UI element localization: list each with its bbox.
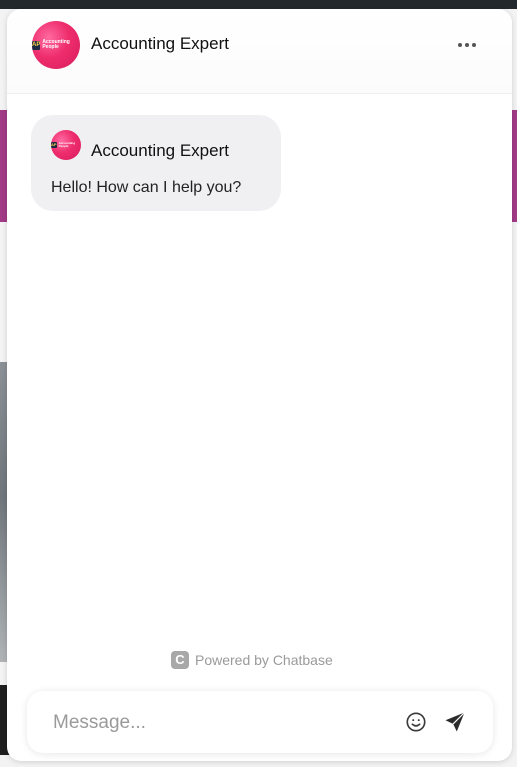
- brand-logo: AP Accounting People: [51, 142, 81, 148]
- page: AP Accounting People Accounting Expert A…: [0, 0, 517, 767]
- emoji-button[interactable]: [403, 709, 429, 735]
- message-bubble: AP Accounting People Accounting Expert H…: [31, 115, 281, 211]
- message-composer: [27, 691, 493, 753]
- powered-by-link[interactable]: C Powered by Chatbase: [171, 650, 333, 670]
- message-avatar: AP Accounting People: [51, 130, 81, 160]
- assistant-avatar: AP Accounting People: [32, 21, 80, 69]
- smiley-icon: [406, 712, 426, 732]
- logo-mark: AP: [51, 142, 57, 148]
- logo-text: Accounting People: [42, 39, 70, 50]
- message-input[interactable]: [51, 709, 385, 737]
- chatbase-logo-icon: C: [171, 651, 189, 669]
- powered-by-text: Powered by Chatbase: [195, 652, 333, 668]
- send-icon: [445, 712, 465, 732]
- chat-header: AP Accounting People Accounting Expert: [7, 9, 512, 94]
- message-text: Hello! How can I help you?: [51, 179, 242, 196]
- more-options-button[interactable]: [449, 33, 485, 57]
- assistant-title: Accounting Expert: [91, 34, 229, 53]
- message-sender: Accounting Expert: [91, 141, 229, 160]
- send-button[interactable]: [442, 709, 468, 735]
- chat-widget: AP Accounting People Accounting Expert A…: [7, 9, 512, 761]
- logo-mark: AP: [32, 40, 41, 50]
- brand-logo: AP Accounting People: [32, 40, 80, 50]
- more-horizontal-icon: [458, 43, 476, 47]
- top-bar: [0, 0, 517, 9]
- logo-text: Accounting People: [58, 141, 76, 148]
